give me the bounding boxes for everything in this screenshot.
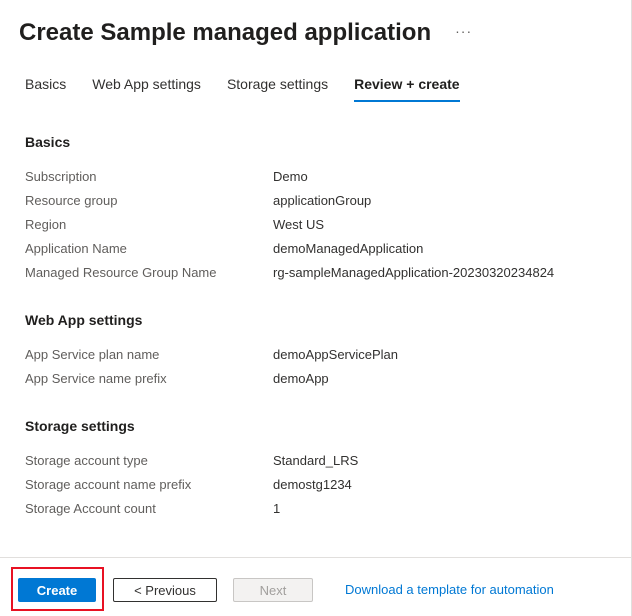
row-label: Storage account name prefix — [25, 476, 192, 492]
wizard-tabs: Basics Web App settings Storage settings… — [25, 76, 486, 102]
row-label: Managed Resource Group Name — [25, 264, 217, 280]
row-label: Region — [25, 216, 67, 232]
row-value: demoAppServicePlan — [273, 346, 399, 362]
summary-row-resource-group: Resource group applicationGroup — [25, 188, 615, 212]
row-label: Application Name — [25, 240, 127, 256]
summary-row-storage-account-count: Storage Account count 1 — [25, 496, 615, 520]
row-label: Resource group — [25, 192, 118, 208]
tab-basics[interactable]: Basics — [25, 76, 66, 102]
summary-row-subscription: Subscription Demo — [25, 164, 615, 188]
row-label: App Service name prefix — [25, 370, 167, 386]
storage-settings-section: Storage settings Storage account type St… — [25, 418, 615, 520]
tab-review-create[interactable]: Review + create — [354, 76, 460, 102]
row-value: demoApp — [273, 370, 329, 386]
basics-section: Basics Subscription Demo Resource group … — [25, 134, 615, 284]
footer-action-bar: Create < Previous Next Download a templa… — [0, 557, 631, 616]
row-label: Storage Account count — [25, 500, 156, 516]
page-title: Create Sample managed application — [19, 19, 432, 46]
review-create-page: Create Sample managed application ··· Ba… — [0, 0, 632, 616]
row-value: Standard_LRS — [273, 452, 359, 468]
summary-row-app-service-plan: App Service plan name demoAppServicePlan — [25, 342, 615, 366]
row-value: rg-sampleManagedApplication-202303202348… — [273, 264, 555, 280]
summary-row-storage-account-type: Storage account type Standard_LRS — [25, 448, 615, 472]
section-title-web-app-settings: Web App settings — [25, 312, 143, 328]
row-value: demoManagedApplication — [273, 240, 424, 256]
previous-button[interactable]: < Previous — [113, 578, 217, 602]
next-button: Next — [233, 578, 313, 602]
download-template-link[interactable]: Download a template for automation — [345, 582, 554, 597]
title-row: Create Sample managed application ··· — [19, 19, 472, 47]
row-value: demostg1234 — [273, 476, 352, 492]
row-value: 1 — [273, 500, 281, 516]
summary-row-app-service-prefix: App Service name prefix demoApp — [25, 366, 615, 390]
create-button[interactable]: Create — [18, 578, 96, 602]
row-value: Demo — [273, 168, 308, 184]
row-label: Storage account type — [25, 452, 148, 468]
tab-storage-settings[interactable]: Storage settings — [227, 76, 328, 102]
tab-web-app-settings[interactable]: Web App settings — [92, 76, 201, 102]
section-title-basics: Basics — [25, 134, 71, 150]
summary-row-application-name: Application Name demoManagedApplication — [25, 236, 615, 260]
summary-row-managed-resource-group: Managed Resource Group Name rg-sampleMan… — [25, 260, 615, 284]
row-value: applicationGroup — [273, 192, 372, 208]
section-title-storage-settings: Storage settings — [25, 418, 135, 434]
summary-row-region: Region West US — [25, 212, 615, 236]
more-options-icon[interactable]: ··· — [455, 24, 472, 42]
row-label: Subscription — [25, 168, 97, 184]
row-value: West US — [273, 216, 325, 232]
row-label: App Service plan name — [25, 346, 160, 362]
web-app-settings-section: Web App settings App Service plan name d… — [25, 312, 615, 390]
summary-row-storage-name-prefix: Storage account name prefix demostg1234 — [25, 472, 615, 496]
